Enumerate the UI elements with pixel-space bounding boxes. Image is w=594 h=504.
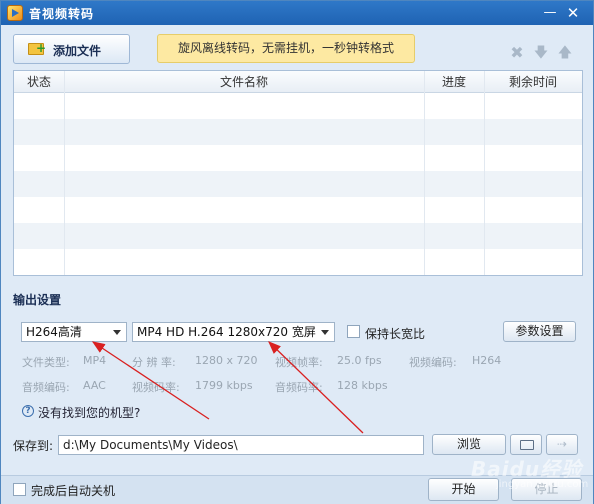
format-select[interactable]: MP4 HD H.264 1280x720 宽屏 [132, 322, 335, 342]
frame-rate-value: 25.0 fps [337, 354, 382, 367]
table-row [14, 249, 582, 275]
params-settings-button[interactable]: 参数设置 [503, 321, 576, 342]
audio-bitrate-label: 音频码率: [275, 381, 323, 394]
save-path-input[interactable]: d:\My Documents\My Videos\ [58, 435, 424, 455]
watermark-logo: Baidu经验 [471, 457, 583, 481]
add-file-button[interactable]: 添加文件 [13, 34, 130, 64]
help-icon[interactable]: ? [22, 405, 34, 417]
move-down-icon[interactable]: 🡇 [533, 45, 549, 61]
audio-bitrate-value: 128 kbps [337, 379, 388, 392]
column-name[interactable]: 文件名称 [64, 71, 424, 93]
export-button[interactable]: ⇢ [546, 434, 578, 455]
column-progress[interactable]: 进度 [424, 71, 484, 93]
move-up-icon[interactable]: 🡅 [557, 45, 573, 61]
device-select[interactable]: H264高清 [21, 322, 127, 342]
export-icon: ⇢ [556, 437, 568, 451]
browse-button[interactable]: 浏览 [432, 434, 506, 455]
add-file-label: 添加文件 [53, 44, 102, 58]
video-bitrate-value: 1799 kbps [195, 379, 253, 392]
table-row [14, 171, 582, 197]
frame-rate-label: 视频帧率: [275, 356, 323, 369]
output-settings-title: 输出设置 [13, 293, 62, 307]
video-bitrate-label: 视频码率: [132, 381, 180, 394]
delete-icon[interactable]: ✖ [509, 45, 525, 61]
audio-codec-value: AAC [83, 379, 106, 392]
column-divider [424, 71, 425, 275]
table-row [14, 223, 582, 249]
window-title: 音视频转码 [29, 7, 95, 21]
format-select-value: MP4 HD H.264 1280x720 宽屏 [137, 325, 316, 339]
device-not-found-link[interactable]: 没有找到您的机型? [38, 404, 140, 421]
chevron-down-icon [321, 330, 329, 335]
minimize-icon[interactable]: — [541, 4, 559, 22]
table-row [14, 93, 582, 119]
close-icon[interactable]: ✕ [564, 4, 582, 22]
auto-shutdown-label: 完成后自动关机 [31, 484, 116, 498]
converter-window: 音视频转码 — ✕ 添加文件 旋风离线转码，无需挂机，一秒钟转格式 ✖ 🡇 🡅 … [0, 0, 594, 504]
auto-shutdown-checkbox[interactable] [13, 483, 26, 496]
keep-ratio-checkbox[interactable] [347, 325, 360, 338]
table-row [14, 119, 582, 145]
watermark-url: jingyan.baidu.com [496, 479, 589, 490]
title-bar[interactable]: 音视频转码 — ✕ [1, 1, 593, 25]
column-status[interactable]: 状态 [14, 71, 64, 93]
video-codec-value: H264 [472, 354, 502, 367]
column-remaining[interactable]: 剩余时间 [484, 71, 582, 93]
table-header: 状态 文件名称 进度 剩余时间 [14, 71, 582, 93]
resolution-value: 1280 x 720 [195, 354, 258, 367]
resolution-label: 分 辨 率: [132, 356, 176, 369]
column-divider [484, 71, 485, 275]
keep-ratio-label: 保持长宽比 [365, 327, 426, 341]
column-divider [64, 71, 65, 275]
app-icon [7, 5, 23, 21]
file-type-label: 文件类型: [22, 356, 70, 369]
table-row [14, 197, 582, 223]
promo-banner[interactable]: 旋风离线转码，无需挂机，一秒钟转格式 [157, 34, 415, 63]
video-codec-label: 视频编码: [409, 356, 457, 369]
file-type-value: MP4 [83, 354, 107, 367]
file-table[interactable]: 状态 文件名称 进度 剩余时间 [13, 70, 583, 276]
open-folder-button[interactable] [510, 434, 542, 455]
open-folder-icon [520, 440, 534, 450]
table-row [14, 145, 582, 171]
chevron-down-icon [113, 330, 121, 335]
device-select-value: H264高清 [26, 325, 82, 339]
save-to-label: 保存到: [13, 439, 54, 453]
audio-codec-label: 音频编码: [22, 381, 70, 394]
folder-add-icon [28, 41, 46, 55]
